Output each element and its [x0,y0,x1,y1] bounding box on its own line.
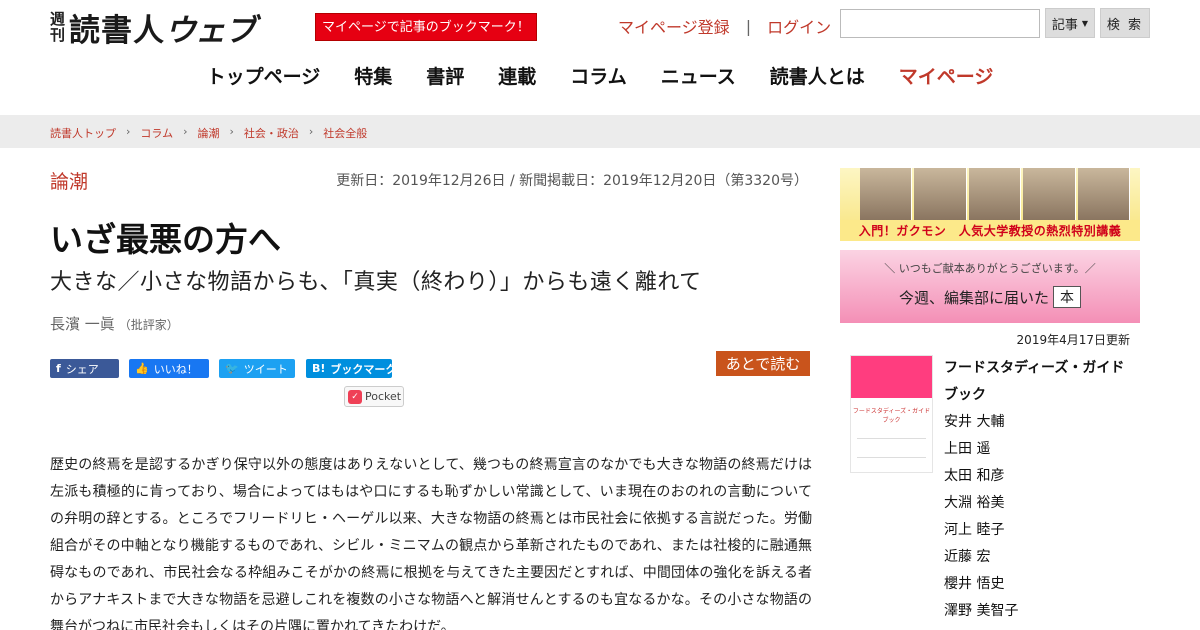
tweet-label: ツイート [243,362,288,376]
lecturer-photo [968,168,1022,220]
breadcrumb: 読書人トップ › コラム › 論潮 › 社会・政治 › 社会全般 [50,125,367,141]
book-author: 上田 遥 [944,441,991,457]
banner-headline: 今週、編集部に届いた 本 [840,286,1140,308]
link-separator: | [745,16,752,36]
breadcrumb-item[interactable]: 社会全般 [323,125,367,141]
chevron-right-icon: › [308,125,314,138]
article-subtitle: 大きな／小さな物語からも、「真実（終わり）」からも遠く離れて [50,270,702,295]
lecturer-photo [860,168,913,220]
chevron-right-icon: › [229,125,234,138]
nav-item-news[interactable]: ニュース [661,62,736,89]
logo-web-text: ウェブ [165,12,256,49]
nav-item-reviews[interactable]: 書評 [426,62,464,89]
book-author: 大淵 裕美 [944,495,1005,511]
tweet-button[interactable]: 🐦 ツイート [219,359,295,378]
book-cover-detail [857,438,926,458]
article-title: いざ最悪の方へ [50,220,281,259]
breadcrumb-item[interactable]: 社会・政治 [244,125,299,141]
bookmark-promo-button[interactable]: マイページで記事のブックマーク！ [315,13,537,41]
chevron-right-icon: › [183,125,188,138]
book-authors: 安井 大輔 上田 遥 太田 和彦 大淵 裕美 河上 睦子 近藤 宏 櫻井 悟史 … [944,409,1018,625]
twitter-bird-icon: 🐦 [225,362,239,375]
search-button[interactable]: 検 索 [1100,8,1150,38]
breadcrumb-item[interactable]: 読書人トップ [50,125,116,141]
logo-weekly: 週 刊 [50,11,65,43]
facebook-share-button[interactable]: f シェア [50,359,119,378]
hatena-label: ブックマーク [330,362,397,376]
thumbs-up-icon: 👍 [135,362,149,375]
main-nav: トップページ 特集 書評 連載 コラム ニュース 読書人とは マイページ [0,62,1200,89]
hatena-icon: B! [312,362,326,375]
banner-headline-text: 今週、編集部に届いた [898,288,1049,307]
nav-item-serials[interactable]: 連載 [498,62,536,89]
lecturer-photo [1023,168,1076,220]
pocket-icon: ✓ [348,389,362,404]
breadcrumb-item[interactable]: コラム [140,125,173,141]
gakumon-lecture-banner[interactable]: 入門！ガクモン 人気大学教授の熱烈特別講義 [840,168,1140,241]
search-input[interactable] [840,9,1040,38]
account-links: マイページ登録 | ログイン [618,14,831,38]
article-category[interactable]: 論潮 [50,167,88,194]
book-cover-band [851,356,932,398]
search-scope-value: 記事 [1051,17,1078,33]
sidebar-updated-date: 2019年4月17日更新 [1016,333,1130,347]
book-author: 安井 大輔 [944,414,1005,430]
facebook-share-label: シェア [65,362,99,376]
book-cover-image[interactable]: フードスタディーズ・ガイドブック [850,355,933,473]
pocket-label: Pocket [365,390,402,403]
book-author: 太田 和彦 [944,468,1005,484]
chevron-right-icon: › [126,125,131,138]
chevron-down-icon: ▼ [1081,18,1089,28]
article-body: 歴史の終焉を是認するかぎり保守以外の態度はありえないとして、幾つもの終焉宣言のな… [50,457,812,630]
lecturer-photo [914,168,967,220]
read-later-button[interactable]: あとで読む [716,351,810,376]
book-icon: 本 [1053,286,1081,308]
book-author: 櫻井 悟史 [944,576,1005,592]
nav-item-mypage[interactable]: マイページ [899,62,994,89]
breadcrumb-item[interactable]: 論潮 [197,125,219,141]
nav-item-features[interactable]: 特集 [354,62,392,89]
book-author: 河上 睦子 [944,522,1005,538]
facebook-like-button[interactable]: 👍 いいね！ [129,359,209,378]
register-link[interactable]: マイページ登録 [618,14,730,38]
nav-item-top[interactable]: トップページ [207,62,321,89]
book-title[interactable]: フードスタディーズ・ガイドブック [944,355,1134,409]
book-cover-title: フードスタディーズ・ガイドブック [852,408,931,424]
article-author[interactable]: 長濱 一眞 （批評家） [50,313,179,334]
banner-thanks-text: ＼ いつもご献本ありがとうございます。／ [884,262,1096,275]
hatena-bookmark-button[interactable]: B! ブックマーク [306,359,396,378]
facebook-icon: f [56,362,61,375]
article-dates: 更新日：2019年12月26日 / 新聞掲載日：2019年12月20日（第332… [336,173,808,189]
nav-item-about[interactable]: 読書人とは [770,62,865,89]
banner-photos [860,168,1131,220]
received-books-banner[interactable]: ＼ いつもご献本ありがとうございます。／ 今週、編集部に届いた 本 [840,250,1140,323]
author-role: （批評家） [118,318,179,332]
logo-weekly-char: 週 [50,10,66,28]
nav-item-columns[interactable]: コラム [570,62,626,89]
logo-weekly-char: 刊 [50,26,66,44]
pocket-button[interactable]: ✓ Pocket [344,386,404,407]
like-label: いいね！ [153,362,198,376]
book-author: 澤野 美智子 [944,603,1019,619]
site-logo[interactable]: 週 刊 読書人 ウェブ [50,6,256,49]
banner-caption: 入門！ガクモン 人気大学教授の熱烈特別講義 [840,220,1140,241]
login-link[interactable]: ログイン [767,14,831,38]
book-author: 近藤 宏 [944,549,991,565]
logo-main-text: 読書人 [69,12,166,49]
author-name: 長濱 一眞 [50,315,115,333]
search-scope-select[interactable]: 記事 ▼ [1045,8,1095,38]
lecturer-photo [1077,168,1131,220]
